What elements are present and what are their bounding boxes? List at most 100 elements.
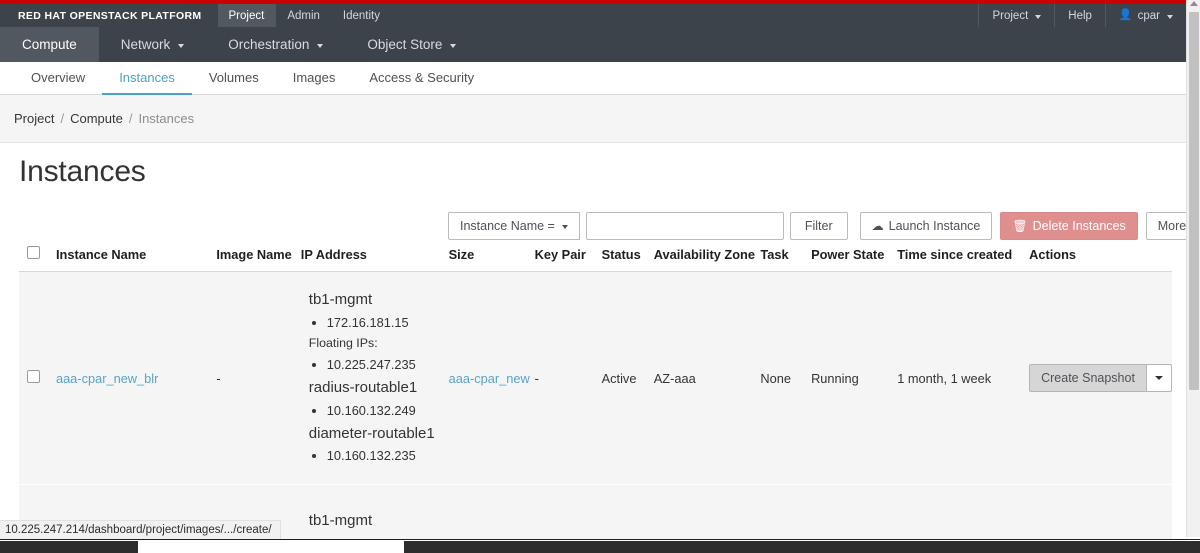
page-title: Instances bbox=[19, 155, 146, 189]
sub-nav: Overview Instances Volumes Images Access… bbox=[0, 62, 1186, 95]
column-header-image-name[interactable]: Image Name bbox=[216, 246, 300, 272]
nav-item-compute-label: Compute bbox=[22, 37, 77, 52]
primary-nav: Compute Network Orchestration Object Sto… bbox=[0, 27, 1186, 62]
nav-item-compute[interactable]: Compute bbox=[0, 27, 99, 62]
nav-item-orchestration[interactable]: Orchestration bbox=[206, 27, 345, 62]
scrollbar-thumb[interactable] bbox=[1189, 12, 1199, 390]
cell-size: aaa-cpar_new bbox=[449, 272, 535, 485]
column-header-instance-name[interactable]: Instance Name bbox=[56, 246, 216, 272]
masthead-tab-project[interactable]: Project bbox=[218, 4, 277, 27]
sub-nav-item-overview-label: Overview bbox=[31, 70, 85, 85]
cell-ip-address: tb1-mgmt 172.16.181.15 Floating IPs: 10.… bbox=[301, 272, 449, 485]
column-header-time-since-created[interactable]: Time since created bbox=[897, 246, 1029, 272]
sub-nav-item-overview[interactable]: Overview bbox=[14, 62, 102, 95]
help-link[interactable]: Help bbox=[1054, 4, 1105, 27]
filter-field-selector[interactable]: Instance Name = bbox=[448, 212, 580, 240]
masthead-tab-identity-label: Identity bbox=[343, 10, 380, 22]
breadcrumb-item-project[interactable]: Project bbox=[14, 111, 54, 126]
cell-ip-address: tb1-mgmt bbox=[301, 485, 449, 545]
nav-item-object-store-label: Object Store bbox=[367, 37, 442, 52]
ip-address-item: 172.16.181.15 bbox=[327, 312, 449, 334]
ip-address-item: 10.160.132.249 bbox=[327, 400, 449, 422]
column-header-status[interactable]: Status bbox=[602, 246, 654, 272]
cell-task: None bbox=[760, 272, 811, 485]
floating-ips-label: Floating IPs: bbox=[301, 334, 449, 354]
masthead: RED HAT OPENSTACK PLATFORM Project Admin… bbox=[0, 4, 1186, 27]
cell-status: Active bbox=[602, 272, 654, 485]
column-header-key-pair[interactable]: Key Pair bbox=[535, 246, 602, 272]
cell-power-state bbox=[811, 485, 897, 545]
sub-nav-item-instances[interactable]: Instances bbox=[102, 62, 192, 95]
floating-ip-list: 10.225.247.235 bbox=[301, 354, 449, 376]
column-header-task[interactable]: Task bbox=[760, 246, 811, 272]
column-header-size[interactable]: Size bbox=[449, 246, 535, 272]
column-header-select-all bbox=[19, 246, 56, 272]
column-header-power-state[interactable]: Power State bbox=[811, 246, 897, 272]
user-menu[interactable]: 👤 cpar bbox=[1105, 4, 1186, 27]
delete-instances-button[interactable]: 🗑 Delete Instances bbox=[1000, 212, 1137, 240]
trash-icon: 🗑 bbox=[1012, 220, 1027, 232]
chevron-down-icon bbox=[450, 44, 456, 48]
masthead-tab-project-label: Project bbox=[229, 10, 265, 22]
select-all-checkbox[interactable] bbox=[27, 246, 40, 259]
filter-input[interactable] bbox=[586, 212, 784, 240]
instances-table-body: aaa-cpar_new_blr - tb1-mgmt 172.16.181.1… bbox=[19, 272, 1172, 545]
masthead-tabs: Project Admin Identity bbox=[218, 4, 392, 27]
row-actions-dropdown-toggle[interactable] bbox=[1147, 364, 1172, 392]
sub-nav-item-instances-label: Instances bbox=[119, 70, 175, 85]
time-since-created-value: 1 month, 1 week bbox=[897, 371, 991, 386]
instance-name-link[interactable]: aaa-cpar_new_blr bbox=[56, 371, 158, 386]
network-ip-list: 172.16.181.15 bbox=[301, 312, 449, 334]
ip-address-item: 10.160.132.235 bbox=[327, 445, 449, 467]
task-value: None bbox=[760, 371, 791, 386]
chevron-down-icon bbox=[317, 44, 323, 48]
chevron-down-icon bbox=[178, 44, 184, 48]
cell-time-since-created: 1 month, 1 week bbox=[897, 272, 1029, 485]
nav-item-object-store[interactable]: Object Store bbox=[345, 27, 478, 62]
breadcrumb-separator: / bbox=[129, 111, 133, 126]
chevron-up-icon[interactable] bbox=[1190, 1, 1198, 6]
breadcrumb-item-compute[interactable]: Compute bbox=[70, 111, 123, 126]
sub-nav-item-access-security[interactable]: Access & Security bbox=[352, 62, 491, 95]
browser-bottom-chrome bbox=[0, 539, 1200, 552]
nav-item-network[interactable]: Network bbox=[99, 27, 207, 62]
chevron-down-icon bbox=[562, 225, 568, 229]
cell-key-pair: - bbox=[535, 272, 602, 485]
create-snapshot-button[interactable]: Create Snapshot bbox=[1029, 364, 1147, 392]
network-name: radius-routable1 bbox=[301, 376, 449, 399]
project-selector[interactable]: Project bbox=[978, 4, 1054, 27]
sub-nav-item-volumes-label: Volumes bbox=[209, 70, 259, 85]
cell-instance-name: aaa-cpar_new_blr bbox=[56, 272, 216, 485]
sub-nav-item-images[interactable]: Images bbox=[276, 62, 353, 95]
cell-key-pair bbox=[535, 485, 602, 545]
launch-instance-button[interactable]: ☁ Launch Instance bbox=[860, 212, 993, 240]
cell-actions: Create Snapshot bbox=[1029, 272, 1172, 485]
cell-availability-zone bbox=[654, 485, 761, 545]
row-select-cell bbox=[19, 272, 56, 485]
sub-nav-item-volumes[interactable]: Volumes bbox=[192, 62, 276, 95]
network-ip-list: 10.160.132.249 bbox=[301, 400, 449, 422]
column-header-ip-address[interactable]: IP Address bbox=[301, 246, 449, 272]
nav-item-orchestration-label: Orchestration bbox=[228, 37, 309, 52]
availability-zone-value: AZ-aaa bbox=[654, 371, 696, 386]
page-scrollbar[interactable] bbox=[1186, 0, 1200, 537]
status-bar-url: 10.225.247.214/dashboard/project/images/… bbox=[0, 520, 281, 539]
column-header-availability-zone[interactable]: Availability Zone bbox=[654, 246, 761, 272]
cloud-upload-icon: ☁ bbox=[872, 220, 884, 232]
breadcrumb-item-instances: Instances bbox=[138, 111, 194, 126]
power-state-value: Running bbox=[811, 371, 859, 386]
masthead-tab-admin[interactable]: Admin bbox=[276, 4, 332, 27]
instances-table-head: Instance Name Image Name IP Address Size… bbox=[19, 246, 1172, 272]
masthead-tab-identity[interactable]: Identity bbox=[332, 4, 392, 27]
cell-time-since-created bbox=[897, 485, 1029, 545]
masthead-right-menu: Project Help 👤 cpar bbox=[978, 4, 1186, 27]
network-ip-list: 10.160.132.235 bbox=[301, 445, 449, 467]
row-select-checkbox[interactable] bbox=[27, 370, 40, 383]
table-row: aaa-cpar_new_blr - tb1-mgmt 172.16.181.1… bbox=[19, 272, 1172, 485]
filter-button[interactable]: Filter bbox=[790, 212, 848, 240]
filter-field-selector-label: Instance Name = bbox=[460, 219, 555, 233]
nav-item-network-label: Network bbox=[121, 37, 171, 52]
breadcrumb: Project / Compute / Instances bbox=[0, 95, 1186, 143]
flavor-link[interactable]: aaa-cpar_new bbox=[449, 371, 530, 386]
breadcrumb-separator: / bbox=[60, 111, 64, 126]
